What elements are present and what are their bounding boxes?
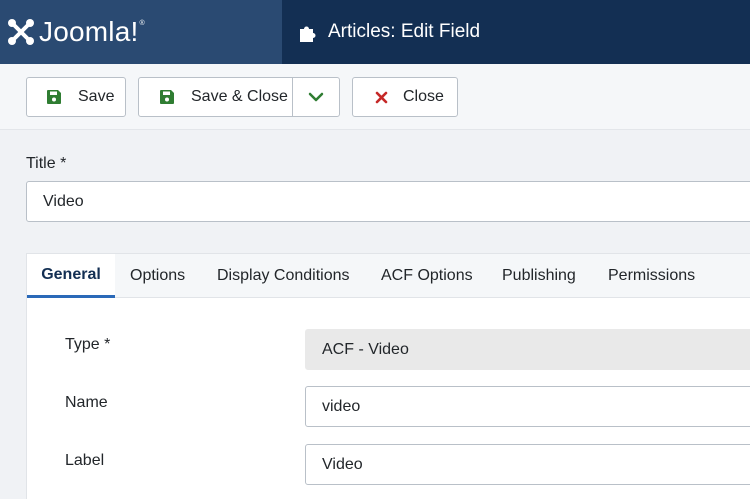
label-input[interactable]: Video [305,444,750,485]
joomla-logo[interactable]: Joomla!® [0,0,282,64]
save-close-button-label: Save & Close [191,88,288,105]
save-icon [46,89,62,105]
label-label: Label [65,452,105,469]
tab-permissions[interactable]: Permissions [608,254,695,298]
name-input[interactable]: video [305,386,750,427]
toolbar: Save Save & Close Close [0,64,750,130]
save-options-dropdown[interactable] [292,77,340,117]
chevron-down-icon [308,92,324,102]
tab-acf-options[interactable]: ACF Options [381,254,473,298]
tab-bar: General Options Display Conditions ACF O… [27,254,750,298]
close-button-label: Close [403,88,444,105]
save-close-button[interactable]: Save & Close [138,77,293,117]
type-value: ACF - Video [322,340,409,358]
name-input-value: video [322,397,361,415]
name-label: Name [65,394,108,411]
title-input[interactable]: Video [26,181,750,222]
tab-options[interactable]: Options [130,254,185,298]
close-icon [373,89,389,105]
page-title-area: Articles: Edit Field [298,0,480,64]
tab-publishing[interactable]: Publishing [502,254,576,298]
page-title: Articles: Edit Field [328,21,481,42]
title-input-value: Video [43,192,84,210]
close-button[interactable]: Close [352,77,458,117]
logo-text: Joomla!® [39,16,145,47]
save-button[interactable]: Save [26,77,126,117]
edit-form: Title * Video General Options Display Co… [0,131,750,499]
tabs-panel: General Options Display Conditions ACF O… [26,253,750,499]
joomla-logo-icon [8,19,34,45]
type-field: ACF - Video [305,329,750,370]
app-header: Joomla!® Articles: Edit Field [0,0,750,64]
save-icon [159,89,175,105]
tab-display-conditions[interactable]: Display Conditions [217,254,350,298]
tab-general[interactable]: General [27,254,115,298]
puzzle-icon [300,26,316,42]
type-label: Type * [65,336,111,353]
label-input-value: Video [322,455,363,473]
save-button-label: Save [78,88,115,105]
title-label: Title * [26,155,67,172]
